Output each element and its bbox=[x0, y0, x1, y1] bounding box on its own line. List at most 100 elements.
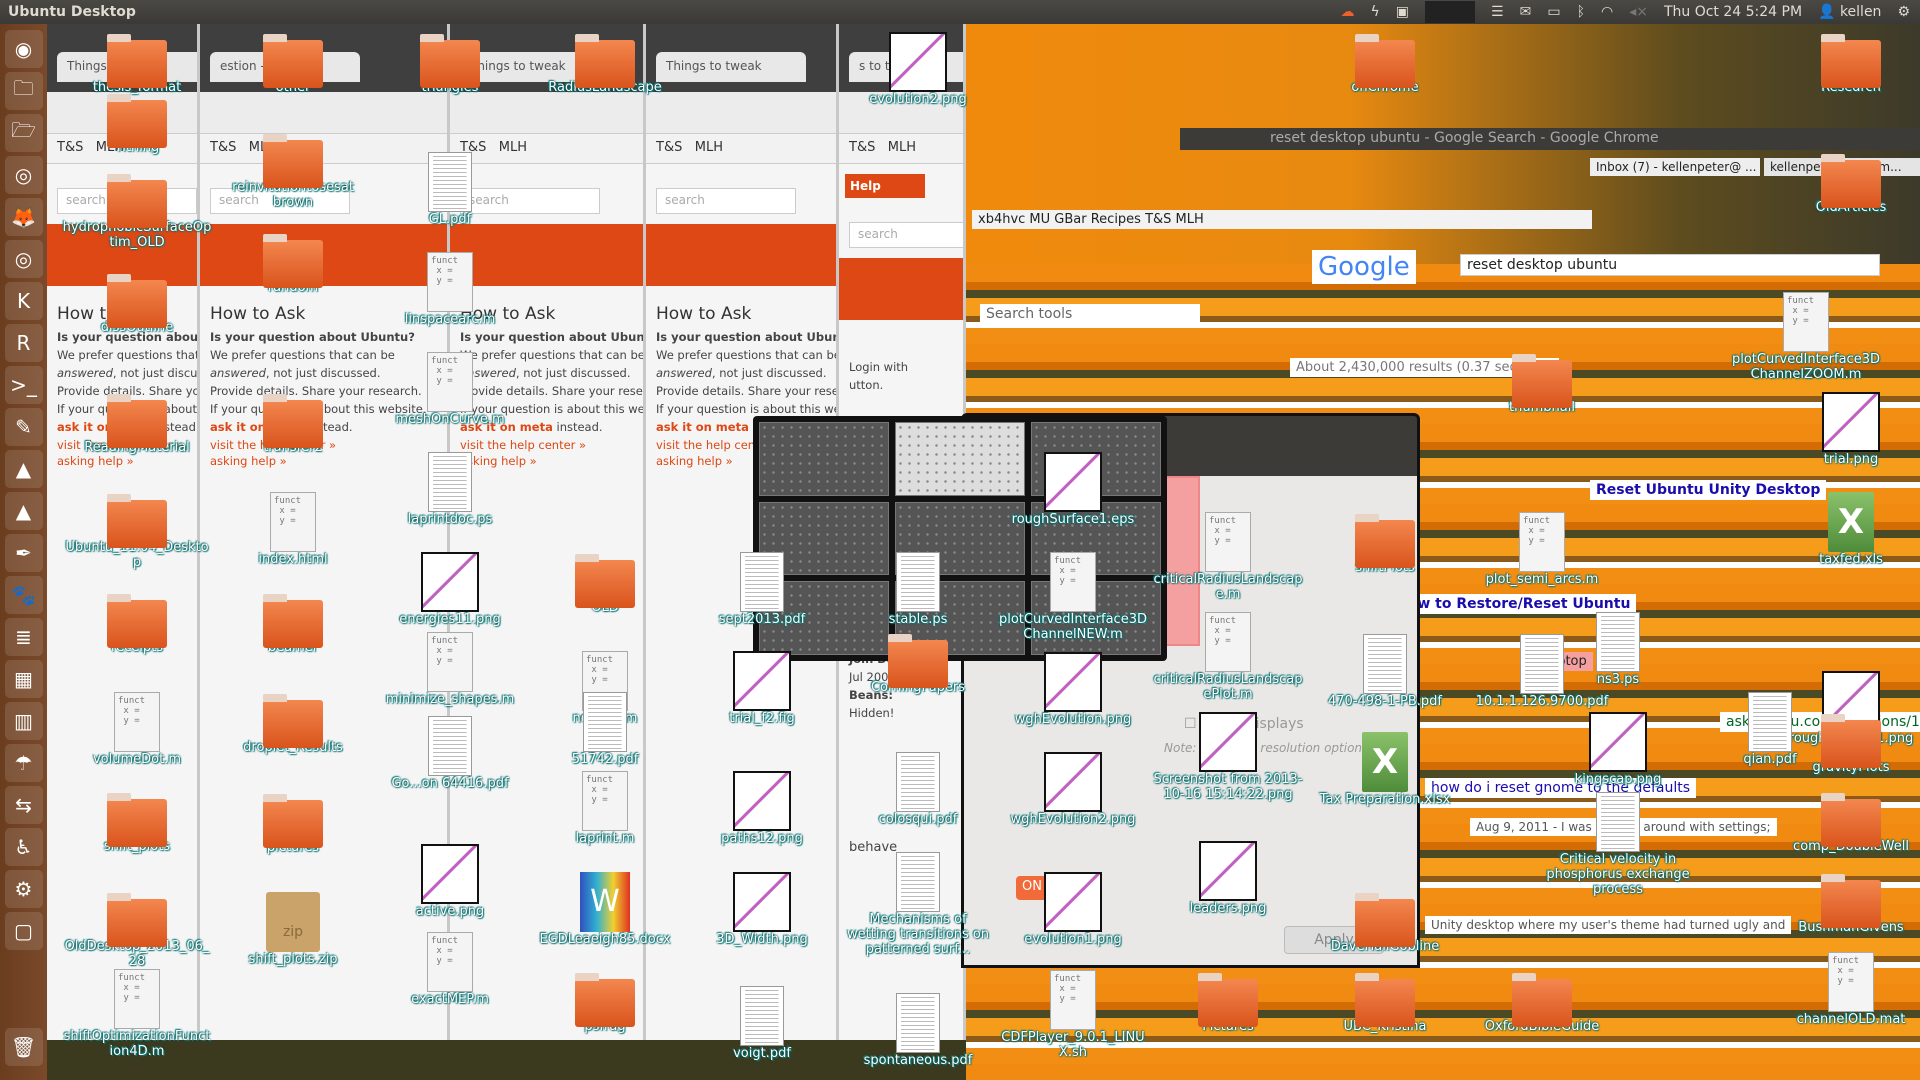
desktop-icon[interactable]: active.png bbox=[375, 844, 525, 919]
desktop-icon[interactable]: roughSurface1.eps bbox=[998, 452, 1148, 527]
desktop-icon[interactable]: gravityPlots bbox=[1776, 712, 1920, 775]
desktop-icon[interactable]: receipts bbox=[62, 592, 212, 655]
workspace-switcher-icon[interactable]: ▢ bbox=[4, 912, 43, 950]
desktop-icon[interactable]: beamer bbox=[218, 592, 368, 655]
help-center-link[interactable]: visit the help center » bbox=[460, 438, 633, 452]
desktop-icon[interactable]: wghEvolution.png bbox=[998, 652, 1148, 727]
gimp-icon[interactable]: 🐾 bbox=[4, 576, 43, 614]
clock[interactable]: Thu Oct 24 5:24 PM bbox=[1664, 4, 1802, 20]
result-link-2[interactable]: How to Restore/Reset Ubuntu bbox=[1390, 594, 1637, 614]
volume-muted-icon[interactable]: ◂× bbox=[1629, 4, 1648, 20]
wifi-icon[interactable]: ◠ bbox=[1601, 4, 1613, 20]
ubuntu-one-icon[interactable]: ☂ bbox=[4, 744, 43, 782]
desktop-icon[interactable]: pictures bbox=[218, 792, 368, 855]
chromium-icon[interactable]: ◎ bbox=[4, 240, 43, 278]
desktop-icon[interactable]: evolution2.png bbox=[843, 32, 993, 107]
files-app-icon[interactable]: 🗁 bbox=[4, 114, 43, 152]
desktop-icon[interactable]: BushmanGivens bbox=[1776, 872, 1920, 935]
desktop-icon[interactable]: dissOutline bbox=[62, 272, 212, 335]
desktop-icon[interactable]: RadiusLandscape bbox=[530, 32, 680, 95]
menu-icon[interactable]: ☰ bbox=[1491, 4, 1504, 20]
desktop-icon[interactable]: comp_DoubleWell bbox=[1776, 791, 1920, 854]
desktop-icon[interactable]: W EGDLeaeigh85.docx bbox=[530, 872, 680, 947]
desktop-icon[interactable]: CorningPapers bbox=[843, 632, 993, 695]
desktop-icon[interactable]: sept2013.pdf bbox=[687, 552, 837, 627]
desktop-icon[interactable]: transfer2 bbox=[218, 392, 368, 455]
google-search-input[interactable]: reset desktop ubuntu bbox=[1460, 254, 1880, 276]
desktop-icon[interactable]: laprintdoc.ps bbox=[375, 452, 525, 527]
desktop-icon[interactable]: wghEvolution2.png bbox=[998, 752, 1148, 827]
desktop-icon[interactable]: funct x = y = plotCurvedInterface3DChanne… bbox=[1731, 292, 1881, 382]
switcher-thumbnail[interactable] bbox=[759, 422, 889, 496]
desktop-icon[interactable]: thesis_format bbox=[62, 32, 212, 95]
meta-link[interactable]: ask it on meta bbox=[656, 420, 749, 434]
desktop-icon[interactable]: paths12.png bbox=[687, 771, 837, 846]
desktop-icon[interactable]: UBC_Kristina bbox=[1310, 971, 1460, 1034]
desktop-icon[interactable]: funct x = y = linspacearc.m bbox=[375, 252, 525, 327]
bookmark-mlh[interactable]: MLH bbox=[888, 140, 916, 155]
inkscape-icon[interactable]: ✒ bbox=[4, 534, 43, 572]
desktop-icon[interactable]: Screenshot from 2013-10-16 15:14:22.png bbox=[1153, 712, 1303, 802]
accessibility-icon[interactable]: ♿ bbox=[4, 828, 43, 866]
desktop-icon[interactable]: thumbnail bbox=[1467, 352, 1617, 415]
desktop-icon[interactable]: Research bbox=[1776, 32, 1920, 95]
desktop-icon[interactable]: energies11.png bbox=[375, 552, 525, 627]
desktop-icon[interactable]: droplet_Results bbox=[218, 692, 368, 755]
desktop-icon[interactable]: other bbox=[218, 32, 368, 95]
desktop-icon[interactable]: funct x = y = plot_semi_arcs.m bbox=[1467, 512, 1617, 587]
desktop-icon[interactable]: OxfordBibleGuide bbox=[1467, 971, 1617, 1034]
desktop-icon[interactable]: funct x = y = channelOLD.mat bbox=[1776, 952, 1920, 1027]
desktop-icon[interactable]: 470-498-1-PB.pdf bbox=[1310, 634, 1460, 709]
desktop-icon[interactable]: DaveHallGobline bbox=[1310, 891, 1460, 954]
site-search-input[interactable]: search bbox=[656, 188, 796, 214]
desktop-icon[interactable]: shift_plots bbox=[62, 791, 212, 854]
desktop-icon[interactable]: hydrophobicSurfaceOptim_OLD bbox=[62, 172, 212, 250]
bookmark-ts[interactable]: T&S bbox=[656, 140, 682, 155]
terminal-icon[interactable]: >_ bbox=[4, 366, 43, 404]
desktop-icon[interactable]: funct x = y = CDFPlayer_9.0.1_LINUX.sh bbox=[998, 970, 1148, 1060]
kde-icon[interactable]: K bbox=[4, 282, 43, 320]
desktop-icon[interactable]: triangles bbox=[375, 32, 525, 95]
site-search-input[interactable]: search bbox=[849, 222, 963, 248]
help-button[interactable]: Help bbox=[845, 174, 925, 198]
desktop-icon[interactable]: Ubuntu_11.04_Desktop bbox=[62, 492, 212, 570]
desktop-icon[interactable]: trial.png bbox=[1776, 392, 1920, 467]
desktop-icon[interactable]: 10.1.1.126.9700.pdf bbox=[1467, 634, 1617, 709]
desktop-icon[interactable]: random bbox=[218, 232, 368, 295]
desktop-icon[interactable]: funct x = y = volumeDot.m bbox=[62, 692, 212, 767]
desktop-icon[interactable]: X Tax Preparation.xlsx bbox=[1310, 732, 1460, 807]
desktop-icon[interactable]: voigt.pdf bbox=[687, 986, 837, 1061]
desktop-icon[interactable]: Pictures bbox=[1153, 971, 1303, 1034]
bolt-icon[interactable]: ϟ bbox=[1371, 4, 1380, 20]
chrome-tab-inbox[interactable]: Inbox (7) - kellenpeter@ ... bbox=[1590, 158, 1760, 176]
search-tools-button[interactable]: Search tools bbox=[980, 304, 1200, 324]
desktop-icon[interactable]: Tithing bbox=[62, 92, 212, 155]
desktop-icon[interactable]: shiftPlots bbox=[1310, 512, 1460, 575]
desktop-icon[interactable]: kingscap.png bbox=[1543, 712, 1693, 787]
text-editor-icon[interactable]: ✎ bbox=[4, 408, 43, 446]
writer-icon[interactable]: ≣ bbox=[4, 618, 43, 656]
desktop-icon[interactable]: funct x = y = plotCurvedInterface3DChanne… bbox=[998, 552, 1148, 642]
bookmark-mlh[interactable]: MLH bbox=[695, 140, 723, 155]
desktop-icon[interactable]: Mechanisms of wetting transitions on pat… bbox=[843, 852, 993, 957]
desktop-icon[interactable]: reinvitationtosesat brown bbox=[218, 132, 368, 210]
desktop-icon[interactable]: funct x = y = criticalRadiusLandscapePlot… bbox=[1153, 612, 1303, 702]
desktop-icon[interactable]: trial_f2.fig bbox=[687, 651, 837, 726]
desktop-icon[interactable]: Critical velocity in phosphorus exchange… bbox=[1543, 792, 1693, 897]
desktop-icon[interactable]: Xtaxfed.xls bbox=[1776, 492, 1920, 567]
bluetooth-icon[interactable]: ᛒ bbox=[1577, 4, 1585, 20]
bookmark-ts[interactable]: T&S bbox=[849, 140, 875, 155]
calc-icon[interactable]: ▦ bbox=[4, 660, 43, 698]
desktop-icon[interactable]: funct x = y = index.html bbox=[218, 492, 368, 567]
desktop-icon[interactable]: GL.pdf bbox=[375, 152, 525, 227]
desktop-icon[interactable]: funct x = y = meshOnCurve.m bbox=[375, 352, 525, 427]
gear-power-icon[interactable]: ⚙ bbox=[1897, 4, 1910, 20]
desktop-icon[interactable]: psfrag bbox=[530, 971, 680, 1034]
desktop-icon[interactable]: funct x = y = minimize_shapes.m bbox=[375, 632, 525, 707]
chrome-bookmarks-bar[interactable]: xb4hvc MU GBar Recipes T&S MLH bbox=[972, 210, 1592, 229]
network-error-icon[interactable]: ▣ bbox=[1396, 4, 1409, 20]
files-icon[interactable]: 🗀 bbox=[4, 72, 43, 110]
desktop-icon[interactable]: funct x = y = criticalRadiusLandscape.m bbox=[1153, 512, 1303, 602]
matlab-icon[interactable]: ▲ bbox=[4, 450, 43, 488]
system-monitor-icon[interactable]: ▥ bbox=[4, 702, 43, 740]
